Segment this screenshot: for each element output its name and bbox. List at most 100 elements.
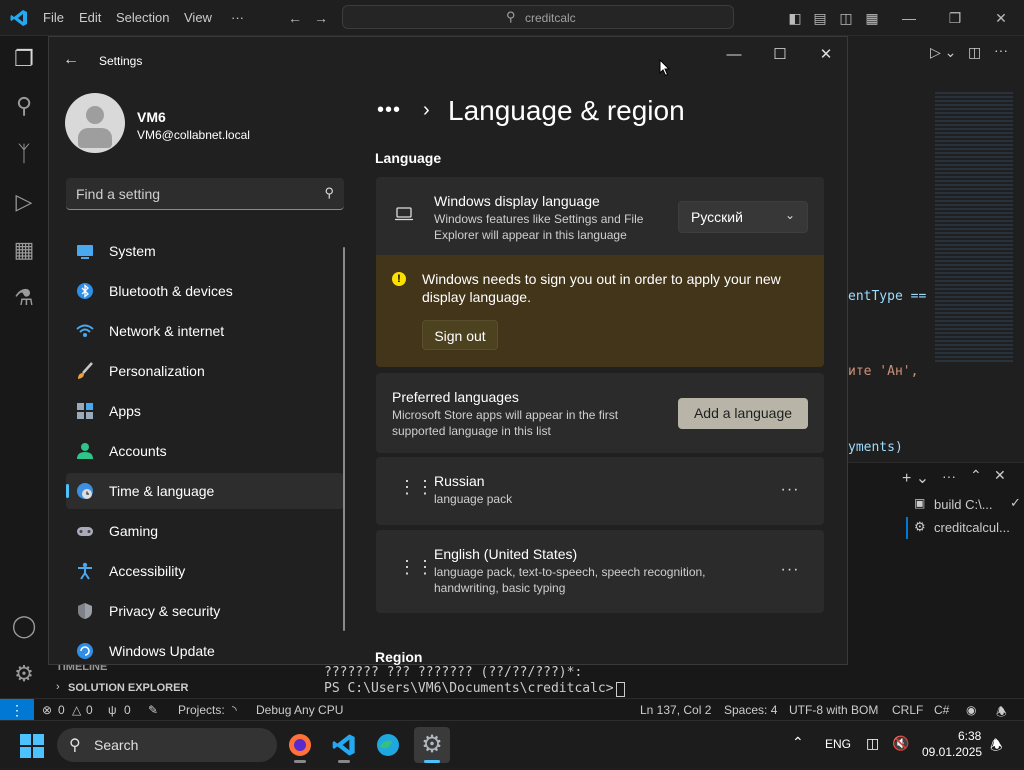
accounts-activity-icon[interactable]: ◯ [10,612,38,640]
indentation[interactable]: Spaces: 4 [724,703,777,717]
taskbar-search[interactable]: ⚲ Search [57,728,277,762]
nav-item-windows-update[interactable]: Windows Update [66,633,344,669]
menu-file[interactable]: File [43,10,64,25]
nav-item-apps[interactable]: Apps [66,393,344,429]
line-ending[interactable]: CRLF [892,703,923,717]
editor-more-icon[interactable]: ··· [994,42,1008,58]
search-activity-icon[interactable]: ⚲ [10,92,38,120]
avatar[interactable] [65,93,125,153]
terminal-tab-creditcalc[interactable]: ⚙ creditcalcul... [906,517,1024,539]
terminal-prompt[interactable]: PS C:\Users\VM6\Documents\creditcalc> [324,681,621,696]
firefox-icon[interactable] [282,727,318,763]
display-language-dropdown[interactable]: Русский ⌄ [678,201,808,233]
sign-out-button[interactable]: Sign out [422,320,498,350]
nav-item-personalization[interactable]: Personalization [66,353,344,389]
terminal-tab-build[interactable]: ▣ build C:\... ✓ [914,495,1024,515]
nav-item-time-language[interactable]: Time & language [66,473,344,509]
minimize-icon[interactable]: — [900,9,918,27]
nav-item-accessibility[interactable]: Accessibility [66,553,344,589]
errors-icon[interactable]: ⊗ [42,703,52,717]
show-hidden-icons-icon[interactable]: ⌃ [792,734,804,751]
remote-icon[interactable]: ⋮ [0,699,34,721]
split-editor-icon[interactable]: ◫ [968,44,981,61]
close-icon[interactable]: ✕ [992,9,1010,27]
nav-item-accounts[interactable]: Accounts [66,433,344,469]
toggle-secondary-sidebar-icon[interactable]: ◫ [837,9,855,27]
maximize-panel-icon[interactable]: ⌃ [970,467,982,484]
settings-minimize-icon[interactable]: — [711,41,757,69]
toggle-panel-icon[interactable]: ▤ [811,9,829,27]
nav-item-gaming[interactable]: Gaming [66,513,344,549]
build-config[interactable]: Debug Any CPU [256,703,343,717]
menu-selection[interactable]: Selection [116,10,169,25]
chevron-right-icon: › [56,681,60,693]
solution-explorer-section[interactable]: SOLUTION EXPLORER [68,682,188,694]
warnings-icon[interactable]: △ [72,703,81,717]
ports-count[interactable]: 0 [124,703,131,717]
extensions-icon[interactable]: ▦ [10,236,38,264]
nav-label: Time & language [109,483,215,499]
nav-item-privacy[interactable]: Privacy & security [66,593,344,629]
nav-back-icon[interactable]: ← [286,9,304,27]
customize-layout-icon[interactable]: ▦ [863,9,881,27]
copilot-icon[interactable]: ◉ [966,703,976,717]
manage-gear-icon[interactable]: ⚙ [10,660,38,688]
encoding[interactable]: UTF-8 with BOM [789,703,878,717]
toggle-sidebar-icon[interactable]: ◧ [786,9,804,27]
drag-handle-icon[interactable]: ⋮⋮ [398,558,434,581]
settings-maximize-icon[interactable]: ☐ [757,41,803,69]
menu-view[interactable]: View [184,10,212,25]
language-row-english[interactable]: ⋮⋮ English (United States) language pack… [376,530,824,613]
ports-icon[interactable]: ψ [108,703,117,717]
warnings-count[interactable]: 0 [86,703,93,717]
run-debug-icon[interactable]: ▷ [10,188,38,216]
breadcrumb-more[interactable]: ••• [377,99,401,122]
new-terminal-icon[interactable]: + ⌄ [902,468,929,488]
back-arrow-icon[interactable]: ← [63,51,83,71]
nav-item-network[interactable]: Network & internet [66,313,344,349]
nav-item-system[interactable]: System [66,233,344,269]
status-bar: ⋮ ⊗ 0 △ 0 ψ 0 ✎ Projects: ◝ Debug Any CP… [0,698,1024,721]
command-center-search[interactable]: ⚲ creditcalc [342,5,734,29]
nav-label: Network & internet [109,323,225,339]
clock-date[interactable]: 09.01.2025 [922,745,982,759]
edge-icon[interactable] [370,727,406,763]
tools-icon[interactable]: ✎ [148,703,158,717]
drag-handle-icon[interactable]: ⋮⋮ [398,478,434,501]
language-more-options-icon[interactable]: ··· [780,561,800,579]
source-control-icon[interactable]: ᛉ [10,140,38,168]
brush-icon [76,362,94,380]
search-icon[interactable]: ⚲ [324,185,334,201]
clock-time[interactable]: 6:38 [958,729,981,743]
projects-status[interactable]: Projects: [178,703,225,717]
network-tray-icon[interactable]: ◫ [866,735,879,752]
find-setting-input[interactable] [76,184,306,204]
errors-count[interactable]: 0 [58,703,65,717]
close-panel-icon[interactable]: ✕ [994,467,1006,484]
notification-bell-icon[interactable]: 🕭 [990,735,1003,759]
volume-muted-icon[interactable]: 🔇 [892,735,909,752]
menu-more[interactable]: ··· [231,10,244,25]
nav-scrollbar[interactable] [343,247,345,631]
nav-forward-icon[interactable]: → [312,9,330,27]
language-more-options-icon[interactable]: ··· [780,481,800,499]
find-setting-box[interactable]: ⚲ [66,178,344,210]
vscode-taskbar-icon[interactable] [326,727,362,763]
menu-edit[interactable]: Edit [79,10,101,25]
language-row-russian[interactable]: ⋮⋮ Russian language pack ··· [376,457,824,525]
panel-more-icon[interactable]: ··· [942,468,956,484]
minimap[interactable] [935,92,1013,362]
nav-item-bluetooth[interactable]: Bluetooth & devices [66,273,344,309]
settings-close-icon[interactable]: ✕ [803,41,849,69]
input-language[interactable]: ENG [825,737,851,751]
add-language-button[interactable]: Add a language [678,398,808,429]
restore-icon[interactable]: ❐ [946,9,964,27]
testing-icon[interactable]: ⚗ [10,284,38,312]
terminal-icon: ▣ [914,496,926,510]
start-windows-icon[interactable] [20,734,44,758]
language-mode[interactable]: C# [934,703,949,717]
settings-taskbar-icon[interactable]: ⚙ [414,727,450,763]
cursor-position[interactable]: Ln 137, Col 2 [640,703,711,717]
run-icon[interactable]: ▷ ⌄ [930,44,956,61]
explorer-icon[interactable]: ❐ [10,45,38,73]
